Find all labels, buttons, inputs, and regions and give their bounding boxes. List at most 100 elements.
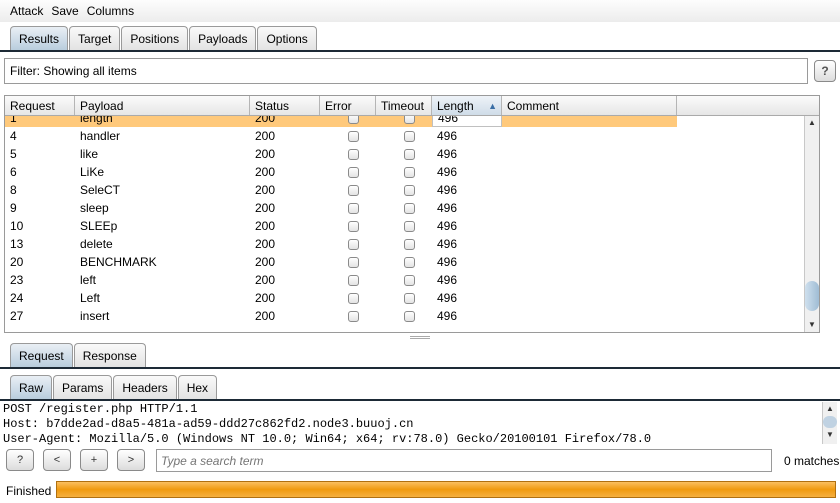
previous-button[interactable]: < [43,449,71,471]
checkbox[interactable] [404,238,415,250]
scroll-up-icon[interactable]: ▲ [805,116,819,130]
tab-options[interactable]: Options [257,26,317,50]
help-button[interactable]: ? [814,60,836,82]
cell-request: 9 [10,201,17,215]
checkbox[interactable] [404,292,415,304]
cell-timeout [376,181,432,199]
cell-status: 200 [255,183,276,197]
scroll-up-icon[interactable]: ▲ [823,402,837,416]
checkbox[interactable] [404,184,415,196]
checkbox[interactable] [348,220,359,232]
checkbox[interactable] [404,220,415,232]
cell-length: 496 [437,129,458,143]
menu-columns[interactable]: Columns [87,4,134,18]
table-row[interactable]: 20 BENCHMARK 200 496 [5,253,677,271]
raw-scrollbar[interactable]: ▲ ▼ [822,402,837,444]
checkbox[interactable] [348,310,359,322]
col-payload[interactable]: Payload [75,96,250,115]
progress-bar [56,481,836,498]
progress-fill [57,482,835,497]
filter-bar[interactable]: Filter: Showing all items [4,58,808,84]
cell-timeout [376,217,432,235]
cell-length: 496 [437,291,458,305]
cell-payload: SLEEp [80,219,118,233]
checkbox[interactable] [404,148,415,160]
cell-status: 200 [255,273,276,287]
tab-payloads[interactable]: Payloads [189,26,257,50]
tab-params[interactable]: Params [53,375,113,399]
cell-error [320,289,376,307]
cell-timeout [376,199,432,217]
tab-headers[interactable]: Headers [113,375,177,399]
cell-request: 8 [10,183,17,197]
tab-response[interactable]: Response [73,343,146,367]
scroll-down-icon[interactable]: ▼ [823,428,837,442]
search-buttons: ? < + > [6,449,145,471]
checkbox[interactable] [404,274,415,286]
checkbox[interactable] [404,256,415,268]
menu-save[interactable]: Save [51,4,78,18]
checkbox[interactable] [348,148,359,160]
col-timeout[interactable]: Timeout [376,96,432,115]
col-status[interactable]: Status [250,96,320,115]
checkbox[interactable] [348,130,359,142]
tab-request[interactable]: Request [10,343,73,367]
add-button[interactable]: + [80,449,108,471]
checkbox[interactable] [404,166,415,178]
split-handle[interactable] [410,336,430,339]
table-row[interactable]: 10 SLEEp 200 496 [5,217,677,235]
cell-request: 27 [10,309,24,323]
tab-hex[interactable]: Hex [177,375,218,399]
checkbox[interactable] [348,256,359,268]
table-row[interactable]: 27 insert 200 496 [5,307,677,325]
help-button[interactable]: ? [6,449,34,471]
cell-payload: BENCHMARK [80,255,157,269]
cell-payload: Left [80,291,101,305]
checkbox[interactable] [348,274,359,286]
tab-target[interactable]: Target [69,26,121,50]
tab-positions[interactable]: Positions [121,26,189,50]
next-button[interactable]: > [117,449,145,471]
filter-text: Filter: Showing all items [10,64,137,78]
menu-attack[interactable]: Attack [10,4,43,18]
checkbox[interactable] [348,202,359,214]
raw-request-editor[interactable]: POST /register.php HTTP/1.1 Host: b7dde2… [3,402,818,447]
cell-request: 13 [10,237,24,251]
scroll-down-icon[interactable]: ▼ [805,318,819,332]
cell-request: 20 [10,255,24,269]
checkbox[interactable] [404,202,415,214]
tab-raw[interactable]: Raw [10,375,53,399]
checkbox[interactable] [348,292,359,304]
table-row[interactable]: 6 LiKe 200 496 [5,163,677,181]
search-input[interactable] [156,449,772,472]
tab-results[interactable]: Results [10,26,69,50]
col-comment[interactable]: Comment [502,96,677,115]
cell-length: 496 [437,147,458,161]
checkbox[interactable] [348,238,359,250]
checkbox[interactable] [404,310,415,322]
table-row[interactable]: 13 delete 200 496 [5,235,677,253]
table-row[interactable]: 4 handler 200 496 [5,127,677,145]
cell-comment [502,289,677,307]
table-row[interactable]: 8 SeleCT 200 496 [5,181,677,199]
cell-status: 200 [255,147,276,161]
table-row[interactable]: 23 left 200 496 [5,271,677,289]
cell-request: 5 [10,147,17,161]
checkbox[interactable] [348,184,359,196]
cell-status: 200 [255,219,276,233]
table-row[interactable]: 24 Left 200 496 [5,289,677,307]
scroll-thumb[interactable] [823,416,837,428]
col-length[interactable]: Length ▲ [432,96,502,115]
table-row[interactable]: 9 sleep 200 496 [5,199,677,217]
cell-error [320,127,376,145]
col-request[interactable]: Request [5,96,75,115]
table-row[interactable]: 5 like 200 496 [5,145,677,163]
table-body: 1 length 200 496 4 handler 200 496 5 like 200 496 6 L… [5,109,677,325]
menu-bar: Attack Save Columns [0,0,840,22]
cell-status: 200 [255,165,276,179]
checkbox[interactable] [404,130,415,142]
checkbox[interactable] [348,166,359,178]
table-scrollbar[interactable]: ▲ ▼ [804,116,819,332]
scroll-thumb[interactable] [805,281,819,311]
col-error[interactable]: Error [320,96,376,115]
